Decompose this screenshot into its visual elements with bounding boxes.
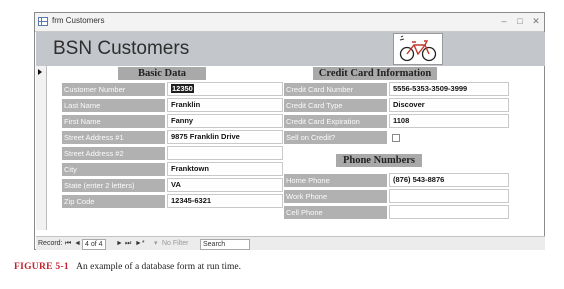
city-field[interactable]: Franktown	[167, 162, 283, 176]
credit-card-expiration-field[interactable]: 1108	[389, 114, 509, 128]
restore-button[interactable]: □	[514, 16, 526, 27]
form-window: frm Customers – □ ✕ BSN Customers Basic …	[34, 12, 545, 250]
form-title: BSN Customers	[53, 38, 190, 59]
close-button[interactable]: ✕	[530, 16, 542, 27]
first-name-field[interactable]: Fanny	[167, 114, 283, 128]
record-label: Record:	[38, 240, 63, 247]
customer-number-field[interactable]: 12350	[167, 82, 283, 96]
home-phone-field[interactable]: (876) 543-8876	[389, 173, 509, 187]
last-name-field[interactable]: Franklin	[167, 98, 283, 112]
current-record-field[interactable]: 4 of 4	[82, 239, 106, 250]
filter-icon[interactable]: ▾	[154, 239, 158, 248]
customer-number-value: 12350	[171, 84, 194, 93]
figure-number: FIGURE 5-1	[14, 262, 69, 272]
credit-card-heading: Credit Card Information	[313, 67, 437, 80]
record-navigation-bar: Record: ⏮ ◄ 4 of 4 ► ⏭ ►* ▾ No Filter Se…	[36, 236, 545, 250]
work-phone-field[interactable]	[389, 189, 509, 203]
street-address-2-field[interactable]	[167, 146, 283, 160]
phone-numbers-heading: Phone Numbers	[336, 154, 422, 167]
state-field[interactable]: VA	[167, 178, 283, 192]
first-name-label: First Name	[62, 115, 165, 128]
new-record-button[interactable]: ►*	[135, 239, 145, 248]
credit-card-type-field[interactable]: Discover	[389, 98, 509, 112]
zip-code-label: Zip Code	[62, 195, 165, 208]
previous-record-button[interactable]: ◄	[74, 239, 81, 248]
credit-card-type-label: Credit Card Type	[284, 99, 387, 112]
form-header: BSN Customers	[36, 32, 545, 66]
zip-code-field[interactable]: 12345-6321	[167, 194, 283, 208]
first-record-button[interactable]: ⏮	[65, 239, 71, 248]
street-address-2-label: Street Address #2	[62, 147, 165, 160]
work-phone-label: Work Phone	[284, 190, 387, 203]
credit-card-expiration-label: Credit Card Expiration	[284, 115, 387, 128]
street-address-1-field[interactable]: 9875 Franklin Drive	[167, 130, 283, 144]
title-bar: frm Customers – □ ✕	[35, 13, 544, 32]
record-selector[interactable]	[36, 66, 47, 230]
cell-phone-label: Cell Phone	[284, 206, 387, 219]
sell-on-credit-checkbox[interactable]	[392, 134, 400, 142]
minimize-button[interactable]: –	[498, 16, 510, 27]
customer-number-label: Customer Number	[62, 83, 165, 96]
cell-phone-field[interactable]	[389, 205, 509, 219]
no-filter-button[interactable]: No Filter	[162, 239, 188, 248]
state-label: State (enter 2 letters)	[62, 179, 165, 192]
basic-data-heading: Basic Data	[118, 67, 206, 80]
last-name-label: Last Name	[62, 99, 165, 112]
form-icon	[38, 17, 48, 26]
current-record-icon	[38, 69, 42, 75]
credit-card-number-label: Credit Card Number	[284, 83, 387, 96]
caption-text: An example of a database form at run tim…	[76, 262, 241, 272]
bicycle-icon	[399, 35, 437, 62]
credit-card-number-field[interactable]: 5556-5353-3509-3999	[389, 82, 509, 96]
bicycle-logo	[393, 33, 443, 65]
city-label: City	[62, 163, 165, 176]
search-box[interactable]: Search	[200, 239, 250, 250]
street-address-1-label: Street Address #1	[62, 131, 165, 144]
last-record-button[interactable]: ⏭	[125, 239, 131, 248]
next-record-button[interactable]: ►	[116, 239, 123, 248]
home-phone-label: Home Phone	[284, 174, 387, 187]
window-title: frm Customers	[52, 16, 105, 25]
figure-caption: FIGURE 5-1 An example of a database form…	[14, 262, 241, 272]
sell-on-credit-label: Sell on Credit?	[284, 131, 387, 144]
